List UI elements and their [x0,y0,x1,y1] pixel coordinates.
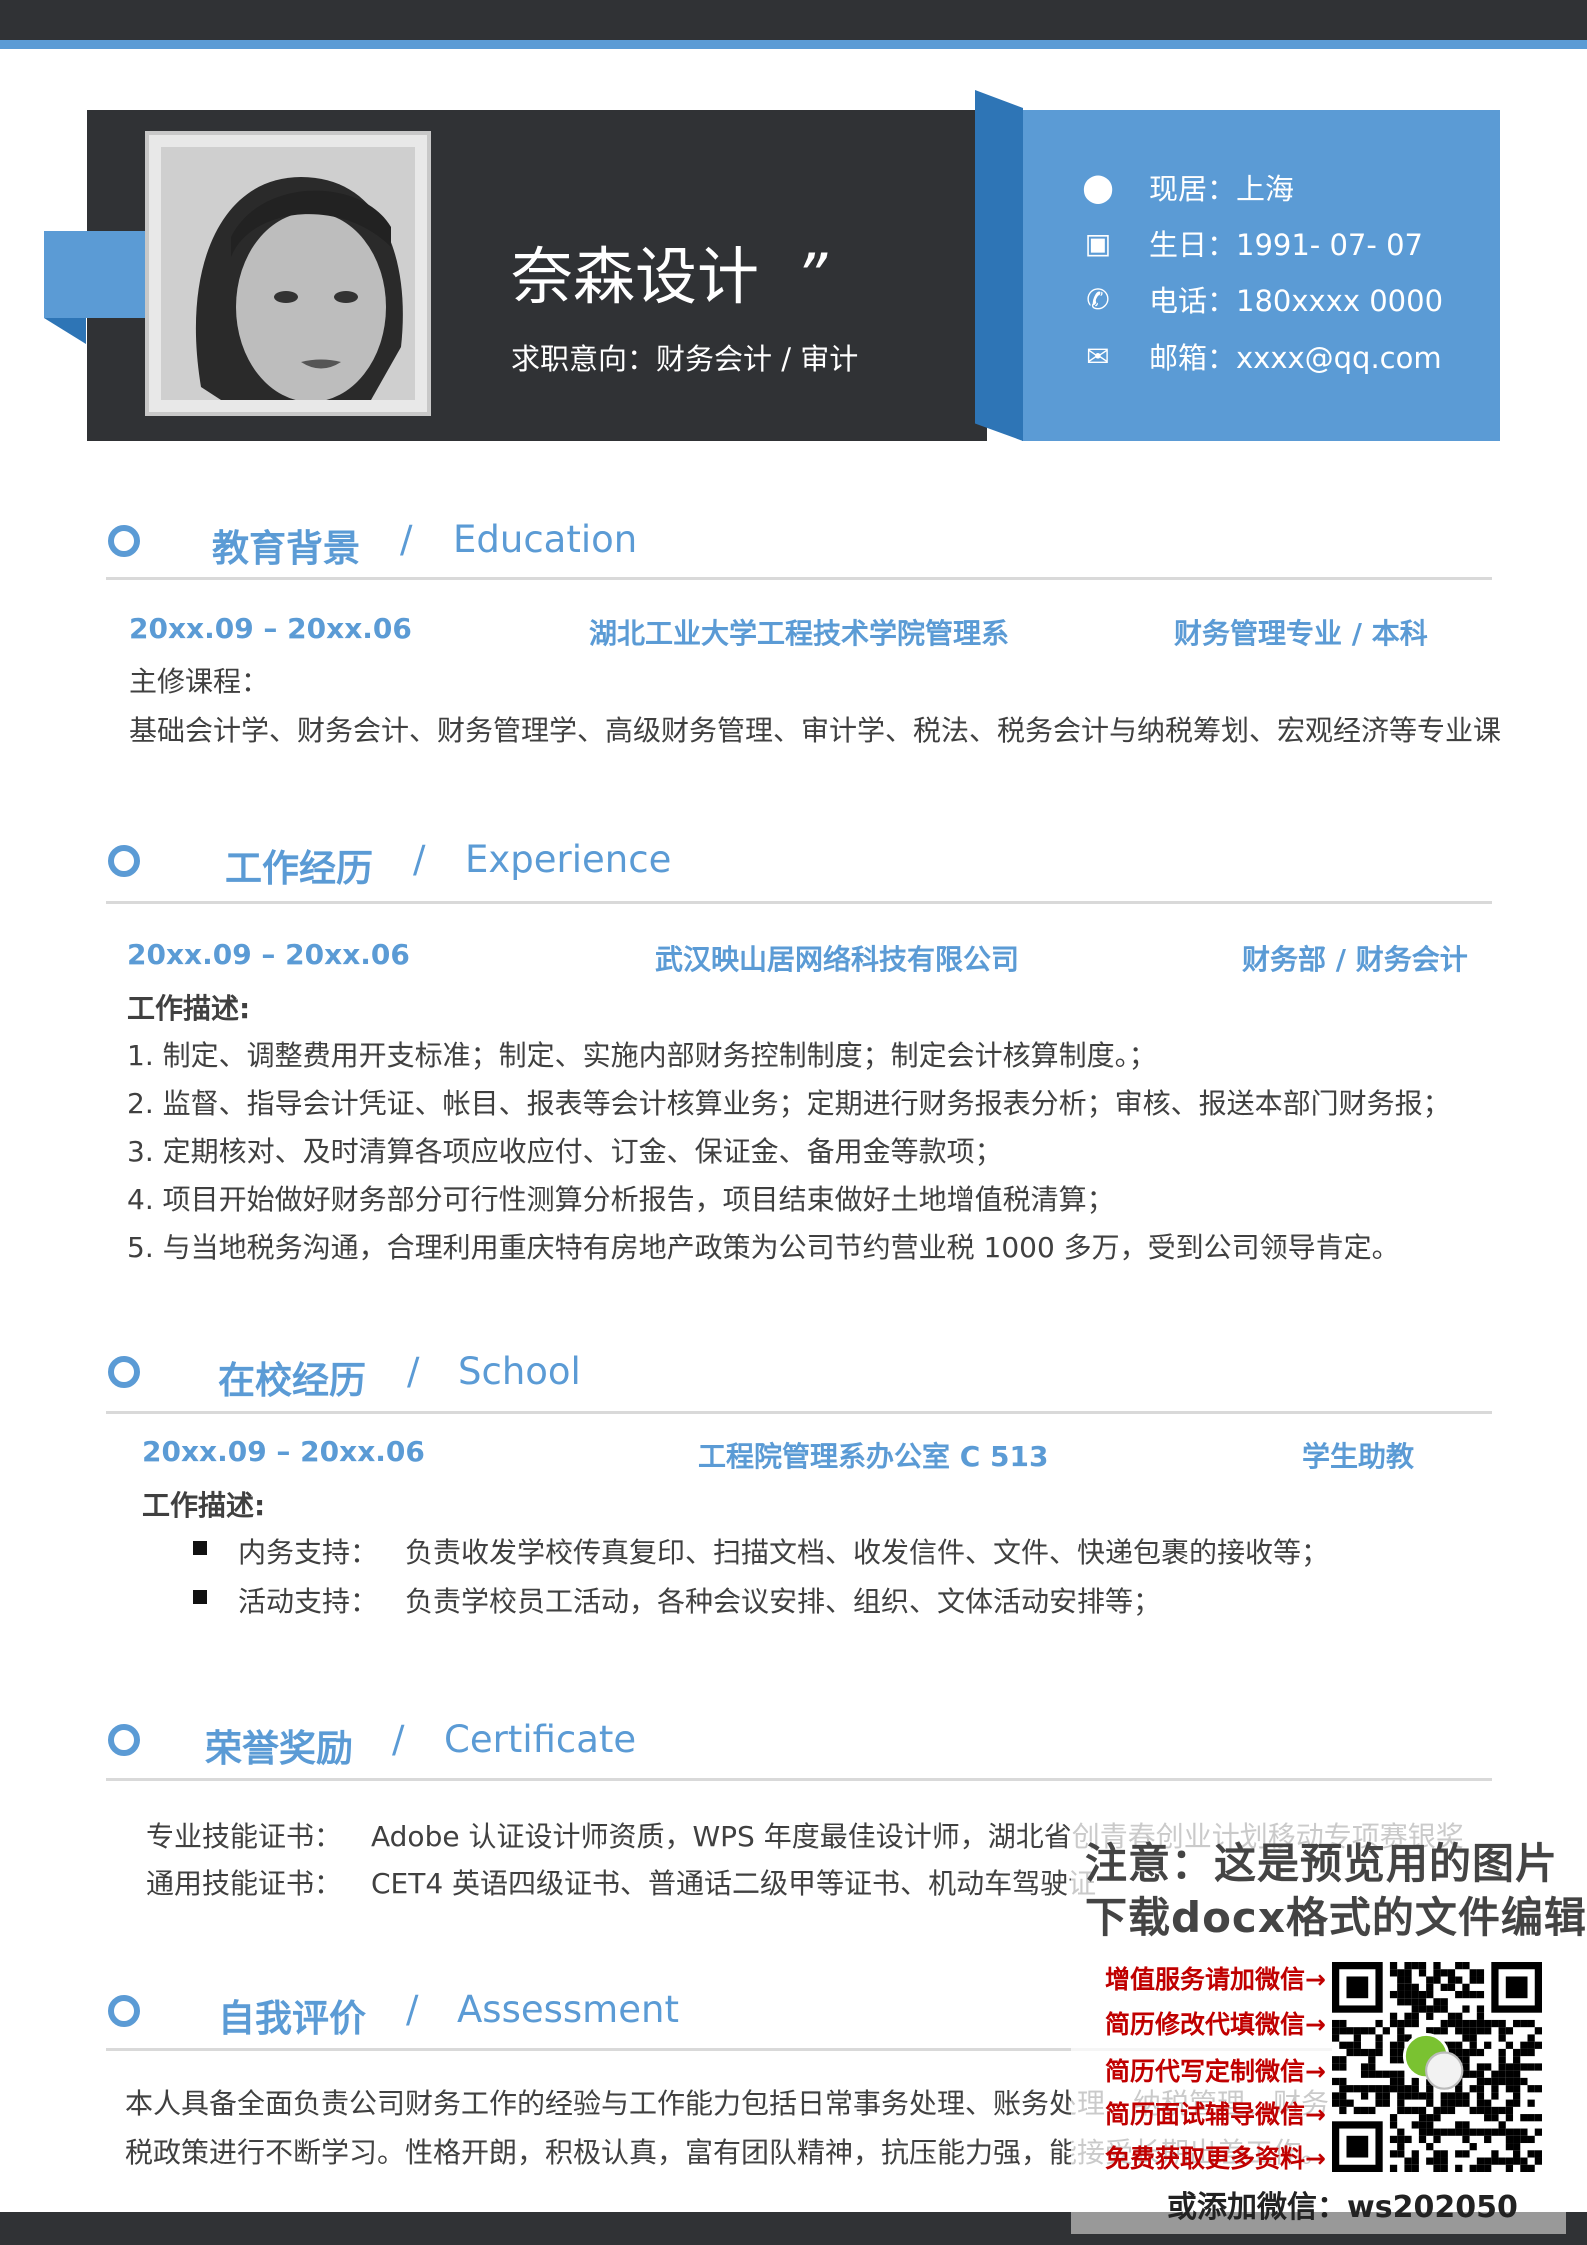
school-item-label: 活动支持： [238,1585,379,1618]
contact-location: ⬤ 现居：上海 [1080,166,1294,208]
qr-code-icon [1332,1962,1542,2172]
section-slash: / [400,518,413,561]
edu-school: 湖北工业大学工程技术学院管理系 [589,617,1010,650]
school-desc-label: 工作描述: [142,1489,266,1522]
section-title-school: 在校经历 [218,1359,366,1402]
cert-label: 专业技能证书： [146,1820,343,1853]
cert-text: CET4 英语四级证书、普通话二级甲等证书、机动车驾驶证 [371,1867,1097,1900]
section-subtitle-school: School [458,1350,581,1393]
school-role: 学生助教 [1302,1440,1415,1473]
contact-phone: ✆ 电话：180xxxx 0000 [1080,278,1443,320]
exp-company: 武汉映山居网络科技有限公司 [655,943,1020,976]
section-title-assessment: 自我评价 [218,1997,366,2040]
section-circle-icon [108,1995,140,2027]
top-bar [0,0,1587,40]
service-link: 简历面试辅导微信→ [1105,2100,1326,2129]
section-slash: / [407,1350,420,1393]
service-link: 免费获取更多资料→ [1105,2144,1326,2173]
school-org: 工程院管理系办公室 C 513 [698,1440,1049,1473]
section-subtitle-certificate: Certificate [444,1718,637,1761]
contact-panel [1022,110,1500,441]
service-link: 增值服务请加微信→ [1105,1965,1326,1994]
contact-birthday: ▣ 生日：1991- 07- 07 [1080,222,1423,264]
section-title-certificate: 荣誉奖励 [205,1727,353,1770]
quote-mark: ” [795,240,828,313]
section-title-education: 教育背景 [212,527,360,570]
job-intent: 求职意向：财务会计 / 审计 [511,342,859,376]
service-link: 简历修改代填微信→ [1105,2010,1326,2039]
preview-notice: 下载docx格式的文件编辑 [1085,1893,1587,1942]
edu-date: 20xx.09 – 20xx.06 [129,612,412,645]
location-pin-icon: ⬤ [1082,170,1114,204]
exp-role: 财务部 / 财务会计 [1242,943,1468,976]
section-subtitle-assessment: Assessment [457,1988,679,2031]
contact-text: 现居：上海 [1149,172,1295,206]
avatar-photo [145,131,431,416]
section-subtitle-education: Education [453,518,638,561]
contact-panel-fold [975,90,1023,441]
preview-notice: 注意：这是预览用的图片 [1085,1839,1559,1888]
exp-desc-label: 工作描述: [127,992,251,1025]
contact-email: ✉ 邮箱：xxxx@qq.com [1080,335,1442,377]
cert-label: 通用技能证书： [146,1867,343,1900]
edu-major: 财务管理专业 / 本科 [1174,617,1428,650]
exp-item: 1. 制定、调整费用开支标准；制定、实施内部财务控制制度；制定会计核算制度。； [127,1039,1157,1072]
candidate-name: 奈森设计 ” [511,226,827,316]
name-text: 奈森设计 [511,240,760,313]
contact-text: 电话：180xxxx 0000 [1149,284,1444,318]
courses-label: 主修课程： [129,665,270,698]
section-title-experience: 工作经历 [225,847,373,890]
exp-item: 3. 定期核对、及时清算各项应收应付、订金、保证金、备用金等款项； [127,1135,1003,1168]
section-divider [106,901,1492,904]
section-circle-icon [108,845,140,877]
section-divider [106,577,1492,580]
section-circle-icon [108,1724,140,1756]
section-divider [106,1411,1492,1414]
contact-text: 生日：1991- 07- 07 [1149,228,1423,262]
header-tab-fold [44,318,86,344]
wechat-id: 或添加微信：ws202050 [1167,2190,1518,2225]
section-slash: / [413,838,426,881]
contact-text: 邮箱：xxxx@qq.com [1149,341,1442,375]
top-stripe [0,40,1587,49]
service-link: 简历代写定制微信→ [1105,2057,1326,2086]
school-item-text: 负责收发学校传真复印、扫描文档、收发信件、文件、快递包裹的接收等； [405,1536,1330,1569]
header-tab-decoration [44,231,150,318]
phone-icon: ✆ [1086,282,1110,316]
section-circle-icon [108,1356,140,1388]
bullet-square-icon [193,1590,207,1604]
section-divider [106,1778,1492,1781]
section-slash: / [392,1718,405,1761]
exp-item: 5. 与当地税务沟通，合理利用重庆特有房地产政策为公司节约营业税 1000 多万… [127,1231,1400,1264]
exp-item: 2. 监督、指导会计凭证、帐目、报表等会计核算业务；定期进行财务报表分析；审核、… [127,1087,1451,1120]
calendar-icon: ▣ [1084,226,1112,260]
school-item-label: 内务支持： [238,1536,379,1569]
courses-text: 基础会计学、财务会计、财务管理学、高级财务管理、审计学、税法、税务会计与纳税筹划… [129,714,1502,747]
section-circle-icon [108,525,140,557]
exp-date: 20xx.09 – 20xx.06 [127,938,410,971]
mail-icon: ✉ [1086,339,1110,373]
section-subtitle-experience: Experience [465,838,672,881]
bullet-square-icon [193,1541,207,1555]
section-slash: / [406,1988,419,2031]
school-date: 20xx.09 – 20xx.06 [142,1435,425,1468]
school-item-text: 负责学校员工活动，各种会议安排、组织、文体活动安排等； [405,1585,1162,1618]
exp-item: 4. 项目开始做好财务部分可行性测算分析报告，项目结束做好土地增值税清算； [127,1183,1115,1216]
